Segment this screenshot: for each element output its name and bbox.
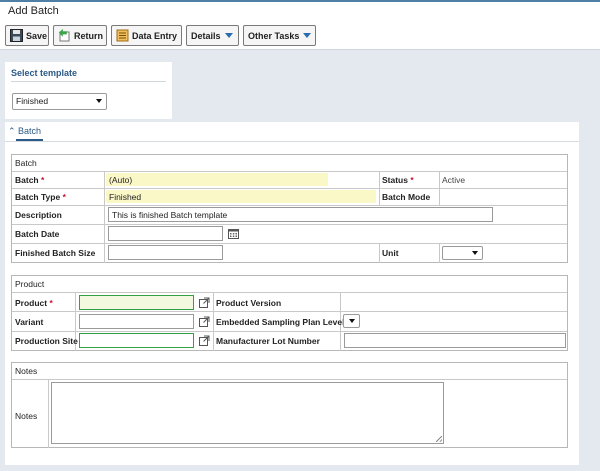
batch-id-value: (Auto) bbox=[109, 175, 133, 185]
return-button[interactable]: Return bbox=[53, 25, 107, 46]
product-version-label: Product Version bbox=[216, 298, 282, 308]
dropdown-arrow-icon bbox=[349, 319, 355, 323]
other-tasks-dropdown-button[interactable]: Other Tasks bbox=[243, 25, 316, 46]
production-site-input[interactable] bbox=[79, 333, 194, 348]
batch-type-value: Finished bbox=[109, 192, 142, 202]
open-lookup-icon[interactable] bbox=[199, 316, 210, 327]
product-input[interactable] bbox=[79, 295, 194, 310]
unit-select[interactable] bbox=[442, 246, 483, 260]
batch-section: Batch Batch * (Auto) Status * Active Bat… bbox=[11, 154, 568, 263]
notes-section-title: Notes bbox=[15, 366, 38, 376]
variant-input[interactable] bbox=[79, 314, 194, 329]
dropdown-arrow-icon bbox=[472, 251, 478, 255]
collapse-chevron-icon[interactable]: ⌃ bbox=[8, 126, 16, 137]
template-select[interactable]: Finished bbox=[12, 93, 107, 110]
notes-section: Notes Notes bbox=[11, 362, 568, 448]
chevron-down-icon bbox=[303, 33, 312, 38]
notes-textarea[interactable] bbox=[51, 382, 444, 444]
unit-label: Unit bbox=[382, 248, 399, 258]
save-button[interactable]: Save bbox=[5, 25, 49, 46]
sampling-plan-select[interactable] bbox=[343, 314, 360, 328]
notes-label: Notes bbox=[15, 411, 38, 421]
floppy-disk-icon bbox=[10, 29, 23, 42]
product-section-title: Product bbox=[15, 279, 45, 289]
chevron-down-icon bbox=[224, 33, 233, 38]
data-entry-button[interactable]: Data Entry bbox=[111, 25, 182, 46]
main-panel: ⌃ Batch Batch Batch * (Auto) Status * Ac… bbox=[5, 122, 579, 465]
embedded-sampling-plan-label: Embedded Sampling Plan Level bbox=[216, 317, 345, 327]
save-label: Save bbox=[26, 30, 48, 41]
finished-batch-size-label: Finished Batch Size bbox=[15, 248, 96, 258]
batch-type-highlight bbox=[106, 190, 376, 203]
product-label: Product * bbox=[15, 298, 53, 308]
open-lookup-icon[interactable] bbox=[199, 335, 210, 346]
resize-handle-icon[interactable] bbox=[436, 436, 442, 442]
batch-date-input[interactable] bbox=[108, 226, 223, 241]
active-tab-indicator bbox=[16, 139, 43, 141]
other-tasks-label: Other Tasks bbox=[248, 30, 300, 41]
batch-section-title: Batch bbox=[15, 158, 37, 168]
return-arrow-icon bbox=[58, 28, 71, 42]
toolbar: Save Return Data Entry Details Other Tas… bbox=[0, 22, 600, 50]
description-input[interactable]: This is finished Batch template bbox=[108, 207, 493, 222]
batch-mode-label: Batch Mode bbox=[382, 192, 431, 202]
template-select-value: Finished bbox=[16, 96, 49, 106]
page-title: Add Batch bbox=[0, 2, 600, 22]
product-section: Product Product * Product Version Varian… bbox=[11, 275, 568, 351]
return-label: Return bbox=[74, 30, 103, 41]
details-label: Details bbox=[191, 30, 221, 41]
open-lookup-icon[interactable] bbox=[199, 297, 210, 308]
tab-bar: ⌃ Batch bbox=[5, 122, 579, 142]
finished-batch-size-input[interactable] bbox=[108, 245, 223, 260]
template-panel-title: Select template bbox=[11, 68, 78, 78]
details-dropdown-button[interactable]: Details bbox=[186, 25, 239, 46]
status-value: Active bbox=[442, 175, 466, 185]
manufacturer-lot-number-input[interactable] bbox=[344, 333, 566, 348]
divider bbox=[11, 81, 166, 82]
calendar-icon[interactable] bbox=[228, 228, 239, 239]
data-entry-icon bbox=[116, 29, 129, 42]
variant-label: Variant bbox=[15, 317, 44, 327]
batch-type-label: Batch Type * bbox=[15, 192, 66, 202]
tab-batch[interactable]: Batch bbox=[18, 126, 41, 136]
batch-id-highlight bbox=[106, 173, 328, 186]
batch-date-label: Batch Date bbox=[15, 229, 60, 239]
batch-label: Batch * bbox=[15, 175, 45, 185]
description-label: Description bbox=[15, 210, 62, 220]
production-site-label: Production Site bbox=[15, 336, 78, 346]
status-label: Status * bbox=[382, 175, 414, 185]
dropdown-arrow-icon bbox=[96, 99, 102, 103]
manufacturer-lot-number-label: Manufacturer Lot Number bbox=[216, 336, 320, 346]
template-panel: Select template Finished bbox=[5, 62, 172, 119]
data-entry-label: Data Entry bbox=[132, 30, 178, 41]
